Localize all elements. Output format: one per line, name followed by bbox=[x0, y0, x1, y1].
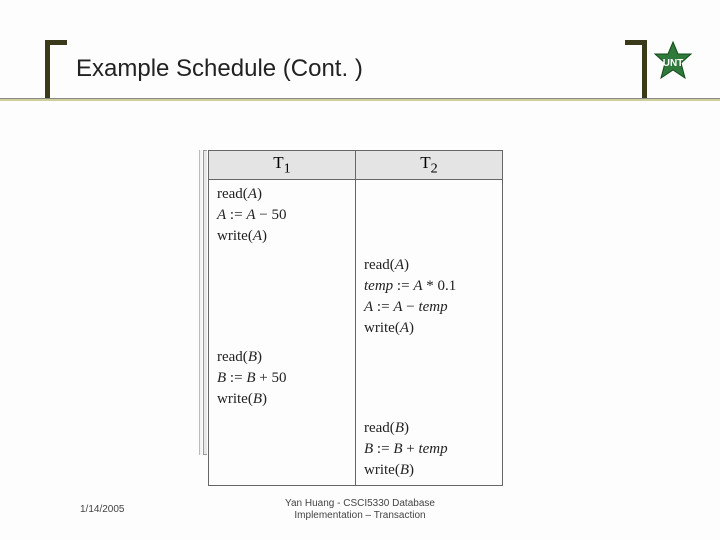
footer-date: 1/14/2005 bbox=[80, 504, 125, 515]
svg-text:UNT: UNT bbox=[663, 58, 684, 69]
t1-cell: read(A)A := A − 50write(A) bbox=[209, 180, 356, 252]
table-row: read(B)B := B + 50write(B) bbox=[209, 343, 503, 414]
unt-logo-icon: UNT bbox=[651, 40, 695, 84]
t2-cell: read(B)B := B + tempwrite(B) bbox=[356, 414, 503, 486]
page-title: Example Schedule (Cont. ) bbox=[76, 55, 363, 83]
column-header-t1: T1 bbox=[209, 151, 356, 180]
title-underline bbox=[0, 98, 720, 101]
t1-cell bbox=[209, 251, 356, 343]
table-shadow-strip bbox=[203, 150, 207, 455]
table-row: read(B)B := B + tempwrite(B) bbox=[209, 414, 503, 486]
t1-cell: read(B)B := B + 50write(B) bbox=[209, 343, 356, 414]
column-header-t2: T2 bbox=[356, 151, 503, 180]
corner-bracket-top-right bbox=[625, 40, 647, 100]
schedule-table-container: T1 T2 read(A)A := A − 50write(A)read(A)t… bbox=[208, 150, 503, 486]
table-row: read(A)A := A − 50write(A) bbox=[209, 180, 503, 252]
schedule-table: T1 T2 read(A)A := A − 50write(A)read(A)t… bbox=[208, 150, 503, 486]
footer-attribution: Yan Huang - CSCI5330 Database Implementa… bbox=[285, 498, 435, 522]
table-shadow-strip bbox=[199, 150, 202, 455]
t2-cell bbox=[356, 343, 503, 414]
table-row: read(A)temp := A * 0.1A := A − tempwrite… bbox=[209, 251, 503, 343]
corner-bracket-top-left bbox=[45, 40, 67, 100]
t1-cell bbox=[209, 414, 356, 486]
t2-cell: read(A)temp := A * 0.1A := A − tempwrite… bbox=[356, 251, 503, 343]
t2-cell bbox=[356, 180, 503, 252]
